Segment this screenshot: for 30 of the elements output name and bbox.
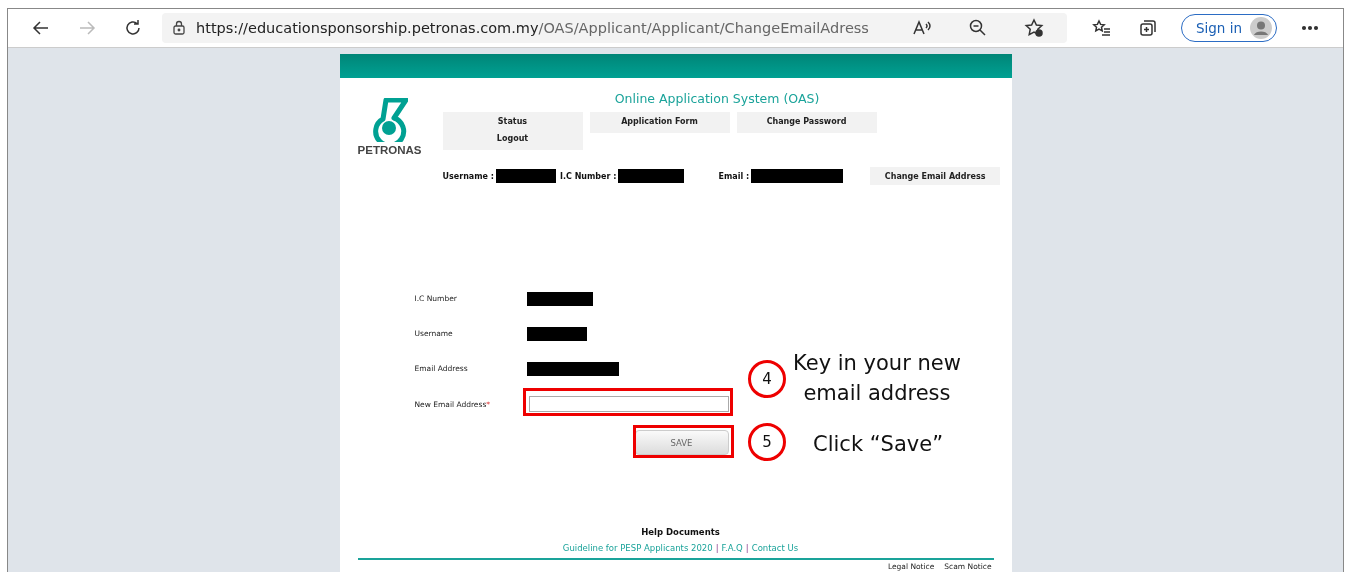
redaction-bar bbox=[526, 291, 593, 306]
avatar-icon bbox=[1250, 17, 1272, 39]
info-label: I.C Number : bbox=[559, 171, 617, 181]
info-label: Email : bbox=[718, 171, 750, 181]
nav-link[interactable]: Application Form bbox=[589, 113, 730, 130]
separator: | bbox=[745, 543, 749, 553]
logo-text: PETRONAS bbox=[357, 144, 422, 156]
redaction-bar bbox=[495, 169, 556, 183]
redaction-bar bbox=[526, 326, 587, 341]
page-title: Online Application System (OAS) bbox=[613, 91, 821, 106]
email-input-field[interactable] bbox=[528, 396, 729, 412]
redaction-bar bbox=[618, 169, 685, 183]
change-email-button[interactable]: Change Email Address bbox=[870, 167, 1001, 185]
collections-icon[interactable] bbox=[1137, 18, 1158, 38]
zoom-out-icon[interactable] bbox=[967, 18, 988, 38]
droplet-logo-icon bbox=[371, 98, 408, 142]
refresh-icon[interactable] bbox=[123, 18, 143, 38]
favorites-icon[interactable] bbox=[1091, 18, 1112, 38]
instruction-text: Click “Save” bbox=[813, 431, 944, 458]
star-add-icon[interactable] bbox=[1023, 18, 1044, 38]
nav-link[interactable]: Logout bbox=[442, 130, 583, 147]
separator: | bbox=[715, 543, 719, 553]
help-heading: Help Documents bbox=[640, 527, 721, 537]
info-label: Username : bbox=[442, 171, 494, 181]
save-button[interactable]: SAVE bbox=[634, 430, 729, 455]
nav-link[interactable]: Change Password bbox=[736, 113, 877, 130]
instruction-text: Key in your new email address bbox=[793, 350, 961, 407]
lock-icon bbox=[172, 20, 186, 36]
nav-link[interactable]: Status bbox=[442, 113, 583, 130]
sign-in-button[interactable]: Sign in bbox=[1180, 14, 1277, 42]
